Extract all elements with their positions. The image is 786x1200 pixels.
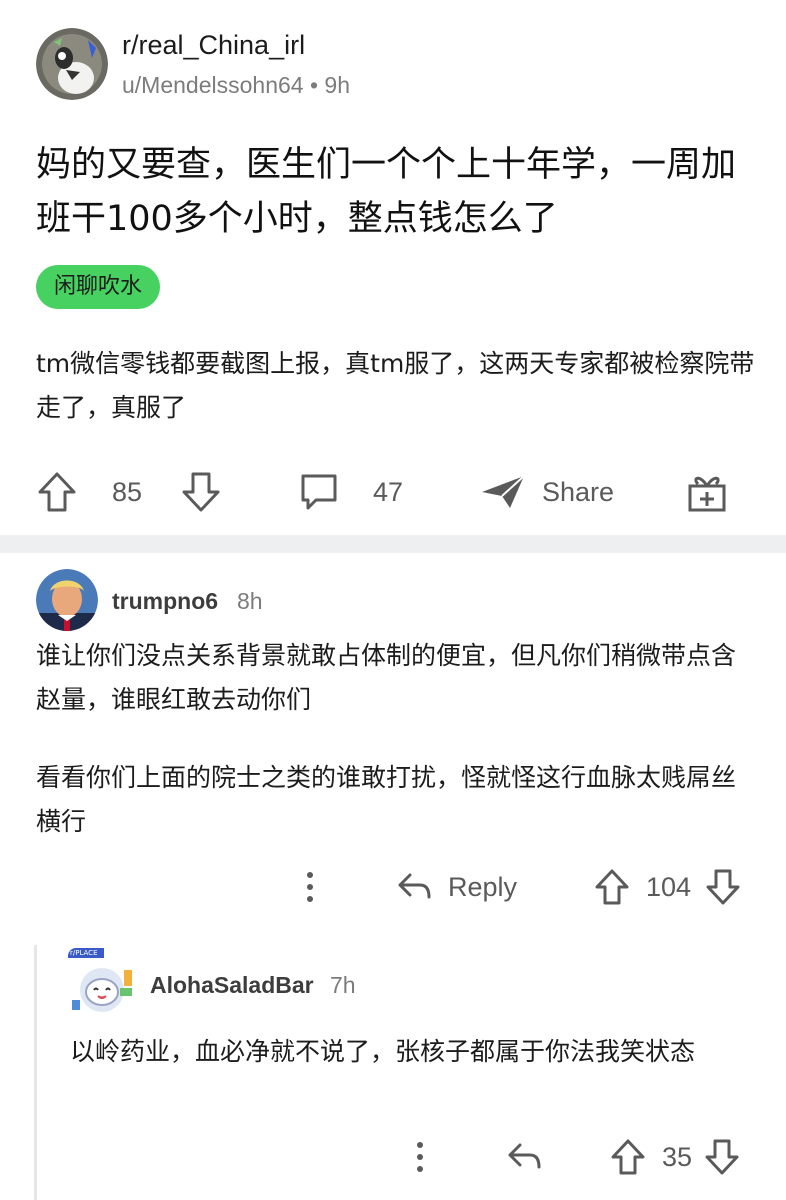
post-meta: u/Mendelssohn64 • 9h (122, 72, 350, 99)
post-body: tm微信零钱都要截图上报，真tm服了，这两天专家都被检察院带走了，真服了 (36, 349, 755, 422)
arrow-up-icon (38, 472, 76, 512)
upvote-button[interactable] (36, 462, 78, 522)
comment-username[interactable]: AlohaSaladBar (150, 972, 314, 999)
comment-vote: 35 (610, 1132, 740, 1182)
award-button[interactable] (686, 462, 728, 522)
comment-username[interactable]: trumpno6 (112, 588, 218, 615)
post-age: 9h (324, 72, 351, 98)
avatar-badge: r/PLACE (70, 949, 98, 957)
vertical-dots-icon (417, 1142, 423, 1172)
gift-icon (688, 476, 726, 512)
comment-age: 8h (237, 588, 263, 614)
reply-arrow-icon (398, 873, 431, 899)
meta-separator: • (309, 72, 319, 98)
post-action-bar: 85 47 Share (0, 462, 786, 522)
reply-button[interactable] (506, 1132, 542, 1182)
arrow-down-icon[interactable] (704, 1138, 740, 1176)
comment-age: 7h (330, 972, 356, 998)
arrow-up-icon[interactable] (610, 1138, 646, 1176)
more-options-button[interactable] (410, 1132, 430, 1182)
avatar[interactable]: r/PLACE (68, 948, 136, 1016)
share-label: Share (542, 476, 615, 507)
more-options-button[interactable] (300, 862, 320, 912)
comments-button[interactable] (298, 462, 340, 522)
thread-line[interactable] (34, 945, 37, 1200)
downvote-button[interactable] (180, 462, 222, 522)
comment-paragraph: 谁让你们没点关系背景就敢占体制的便宜，但凡你们稍微带点含赵量，谁眼红敢去动你们 (36, 641, 737, 714)
reply-button[interactable]: Reply (396, 862, 517, 912)
avatar[interactable] (36, 569, 98, 631)
post-flair[interactable]: 闲聊吹水 (36, 265, 161, 309)
post-author[interactable]: u/Mendelssohn64 (122, 72, 304, 98)
reply-label: Reply (448, 871, 518, 902)
vertical-dots-icon (307, 872, 313, 902)
comment-paragraph: 以岭药业，血必净就不说了，张核子都属于你法我笑状态 (70, 1037, 696, 1066)
speech-bubble-icon (301, 474, 337, 510)
subreddit-name[interactable]: r/real_China_irl (122, 30, 305, 61)
share-button[interactable]: Share (480, 462, 614, 522)
arrow-up-icon[interactable] (594, 868, 630, 906)
comment-count[interactable]: 47 (373, 462, 403, 522)
comment-score: 35 (662, 1141, 693, 1172)
comment-paragraph: 看看你们上面的院士之类的谁敢打扰，怪就怪这行血脉太贱屌丝横行 (36, 763, 737, 836)
paper-plane-icon (482, 475, 525, 508)
arrow-down-icon[interactable] (705, 868, 741, 906)
comment-score: 104 (646, 871, 692, 902)
reply-arrow-icon (508, 1143, 541, 1169)
arrow-down-icon (182, 472, 220, 512)
section-divider (0, 535, 786, 553)
post-title[interactable]: 妈的又要查，医生们一个个上十年学，一周加班干100多个小时，整点钱怎么了 (36, 138, 756, 246)
subreddit-avatar[interactable] (36, 28, 108, 100)
comment-vote: 104 (594, 862, 741, 912)
post-score: 85 (112, 476, 143, 507)
post-card: r/real_China_irl u/Mendelssohn64 • 9h 妈的… (0, 0, 786, 535)
